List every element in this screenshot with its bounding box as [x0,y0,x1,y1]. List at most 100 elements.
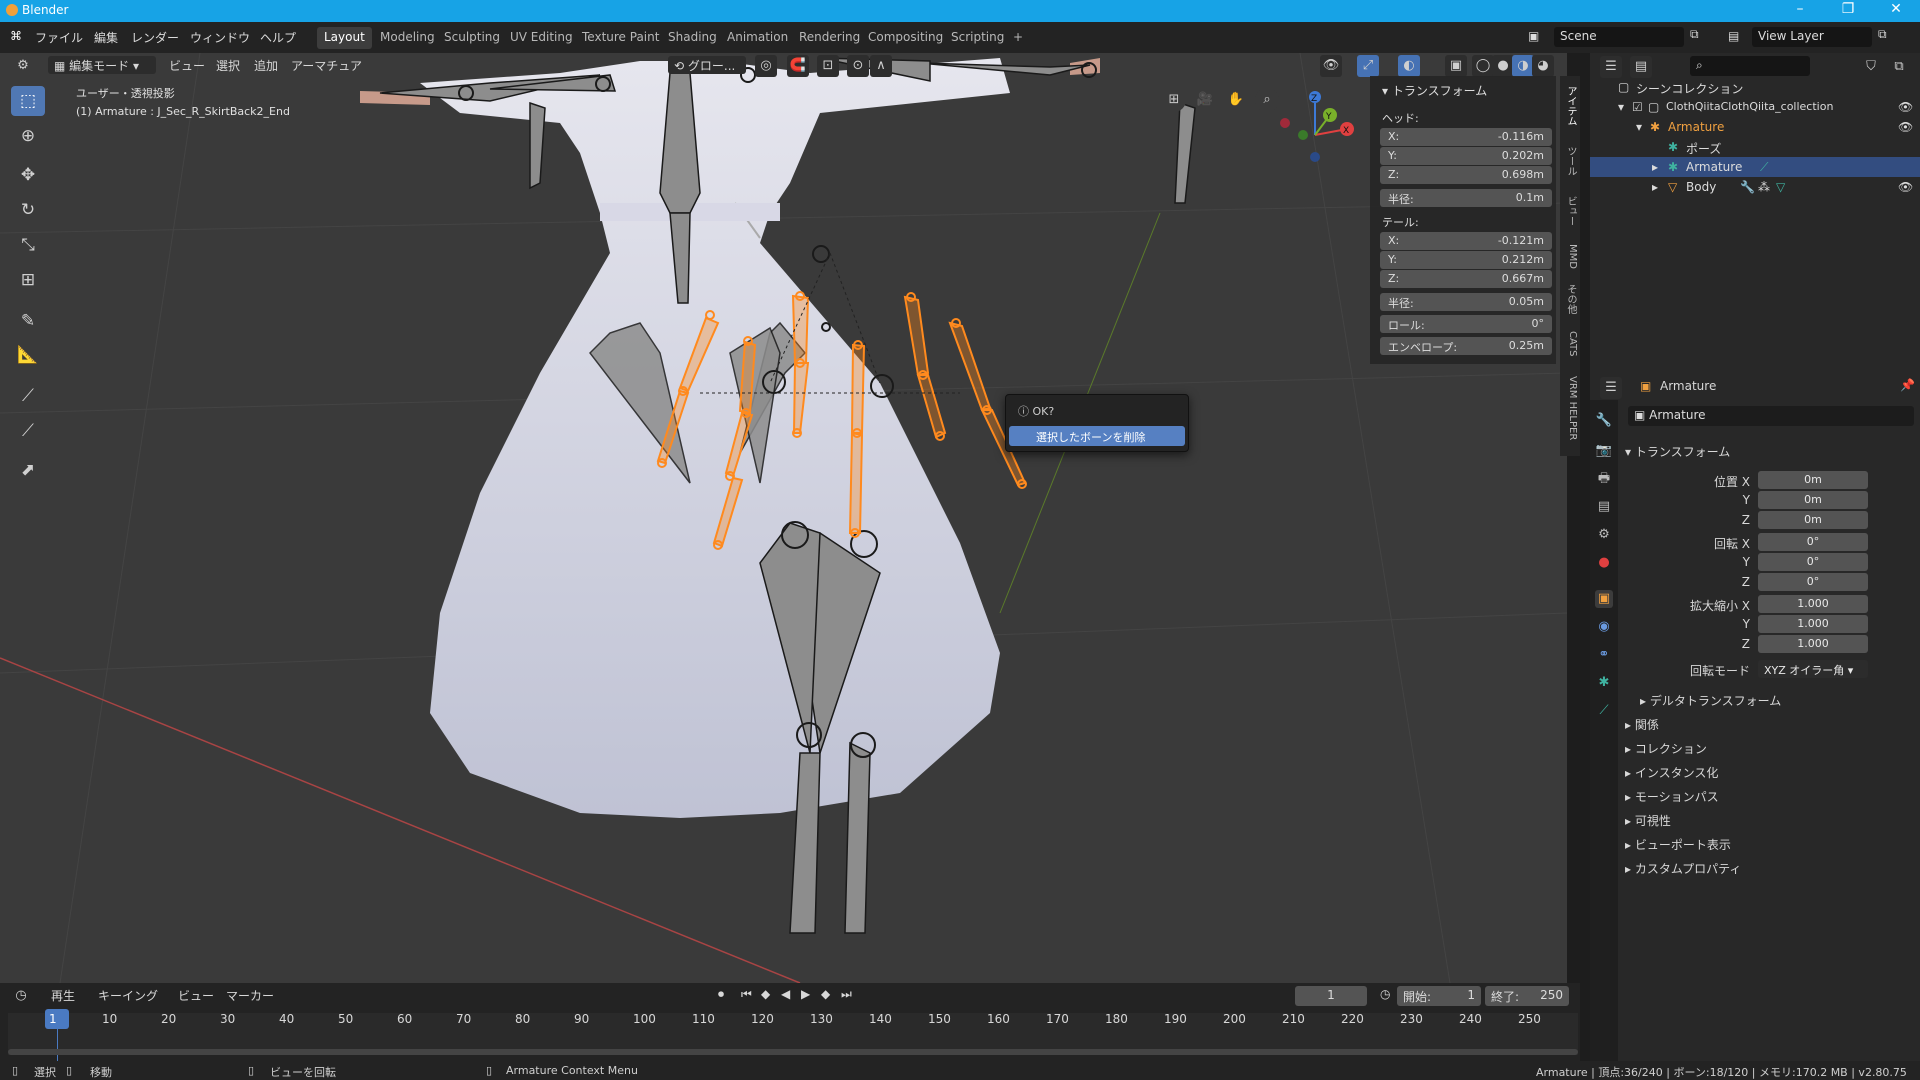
object-name-field[interactable]: ▣ Armature [1628,406,1914,426]
visibility-eye-icon[interactable]: 👁 [1898,120,1913,134]
tab-animation[interactable]: Animation [720,27,795,49]
camera-view-icon[interactable]: 🎥 [1193,88,1217,112]
outliner-row-body[interactable]: ▸ ▽ Body 🔧 ⁂ ▽ 👁 [1590,177,1920,197]
gizmo-toggle-icon[interactable]: ⤢ [1357,55,1379,77]
menu-window[interactable]: ウィンドウ [190,29,250,46]
visibility-icon[interactable]: 👁 [1320,55,1342,77]
view-layer-selector[interactable]: View Layer [1752,27,1872,47]
annotate-tool-icon[interactable]: ✎ [11,306,45,336]
tab-tool[interactable]: ツール [1562,146,1578,176]
add-workspace-button[interactable]: + [1006,27,1030,49]
pivot-icon[interactable]: ◎ [755,55,777,77]
transform-tool-icon[interactable]: ⊞ [11,265,45,295]
properties-editor-type-icon[interactable]: ☰ [1600,377,1622,399]
mode-selector[interactable]: ▦ 編集モード ▾ [48,56,156,74]
armature-data-props-icon[interactable]: ✱ [1595,674,1613,692]
checkbox-icon[interactable]: ☑ [1632,100,1643,114]
menu-armature[interactable]: アーマチュア [285,56,368,74]
tab-view[interactable]: ビュー [1562,196,1578,226]
material-shading-icon[interactable]: ◑ [1512,55,1534,77]
tab-shading[interactable]: Shading [661,27,724,49]
overlay-toggle-icon[interactable]: ◐ [1398,55,1420,77]
object-props-tab-icon[interactable]: ▣ [1595,590,1613,608]
move-tool-icon[interactable]: ✥ [11,160,45,190]
visibility-eye-icon[interactable]: 👁 [1898,180,1913,194]
start-frame-field[interactable]: 開始: 1 [1397,986,1481,1006]
relations-section[interactable]: ▸ 関係 [1625,716,1659,733]
tab-vrm-helper[interactable]: VRM HELPER [1562,376,1578,440]
tab-modeling[interactable]: Modeling [373,27,442,49]
location-y-field[interactable]: 0m [1758,491,1868,509]
location-x-field[interactable]: 0m [1758,471,1868,489]
scale-x-field[interactable]: 1.000 [1758,595,1868,613]
outliner-row-armature-object[interactable]: ▾ ✱ Armature 👁 [1590,117,1920,137]
snap-icon[interactable]: 🧲 [787,55,809,77]
head-y-field[interactable]: Y: 0.202m [1380,147,1552,165]
transform-section-header[interactable]: ▾ トランスフォーム [1625,443,1730,460]
tab-other[interactable]: その他 [1562,284,1578,314]
timeline-scrollbar[interactable] [8,1049,1578,1055]
menu-render[interactable]: レンダー [131,29,179,46]
render-props-icon[interactable]: 📷 [1595,442,1613,460]
prev-keyframe-button[interactable]: ◆ [755,986,776,1004]
next-keyframe-button[interactable]: ◆ [815,986,836,1004]
preview-range-icon[interactable]: ◷ [1374,986,1396,1004]
scale-z-field[interactable]: 1.000 [1758,635,1868,653]
menu-add[interactable]: 追加 [248,56,284,74]
outliner-search-input[interactable]: ⌕ [1690,56,1810,76]
tab-cats[interactable]: CATS [1562,331,1578,357]
tab-compositing[interactable]: Compositing [861,27,950,49]
rotation-x-field[interactable]: 0° [1758,533,1868,551]
current-frame-field[interactable]: 1 [1295,986,1367,1006]
world-props-icon[interactable]: ● [1595,554,1613,572]
roll-tool-icon[interactable]: ⟋ [11,381,45,411]
rotation-mode-selector[interactable]: XYZ オイラー角 ▾ [1758,660,1868,678]
menu-keying[interactable]: キーイング [92,986,164,1004]
outliner-row-scene-collection[interactable]: ▢ シーンコレクション [1590,77,1920,97]
scene-selector[interactable]: Scene [1554,27,1684,47]
menu-playback[interactable]: 再生 [45,986,81,1004]
new-view-layer-icon[interactable]: ⧉ [1878,27,1887,42]
motion-paths-section[interactable]: ▸ モーションパス [1625,788,1719,805]
delta-transform-section[interactable]: ▸ デルタトランスフォーム [1640,692,1781,709]
editor-type-icon[interactable]: ⚙ [12,55,34,77]
rotate-tool-icon[interactable]: ↻ [11,195,45,225]
menu-timeline-view[interactable]: ビュー [172,986,220,1004]
select-box-tool-icon[interactable]: ⬚ [11,86,45,116]
head-z-field[interactable]: Z: 0.698m [1380,166,1552,184]
timeline-editor-type-icon[interactable]: ◷ [10,985,32,1007]
menu-view[interactable]: ビュー [163,56,211,74]
constraint-props-icon[interactable]: ⚭ [1595,646,1613,664]
menu-select[interactable]: 選択 [210,56,246,74]
pan-view-icon[interactable]: ✋ [1224,88,1248,112]
output-props-icon[interactable]: 🖶 [1595,470,1613,488]
tab-layout[interactable]: Layout [317,27,372,49]
end-frame-field[interactable]: 終了: 250 [1485,986,1569,1006]
maximize-button[interactable]: ❐ [1828,1,1868,21]
scale-tool-icon[interactable]: ⤡ [11,230,45,260]
rendered-shading-icon[interactable]: ◕ [1532,55,1554,77]
tail-y-field[interactable]: Y: 0.212m [1380,251,1552,269]
outliner-row-collection[interactable]: ▾ ☑ ▢ ClothQiitaClothQiita_collection 👁 [1590,97,1920,117]
rotation-z-field[interactable]: 0° [1758,573,1868,591]
menu-file[interactable]: ファイル [35,29,83,46]
collections-section[interactable]: ▸ コレクション [1625,740,1707,757]
new-scene-icon[interactable]: ⧉ [1690,27,1699,42]
tab-mmd[interactable]: MMD [1562,244,1578,269]
solid-shading-icon[interactable]: ● [1492,55,1514,77]
roll-field[interactable]: ロール: 0° [1380,315,1552,333]
jump-end-button[interactable]: ⏭ [835,986,858,1004]
scene-props-icon[interactable]: ⚙ [1595,526,1613,544]
play-button[interactable]: ▶ [795,986,816,1004]
tab-scripting[interactable]: Scripting [944,27,1011,49]
record-button[interactable]: ⏺ [712,986,730,1004]
tab-item[interactable]: アイテム [1562,86,1578,126]
grid-toggle-icon[interactable]: ⊞ [1162,88,1186,112]
xray-icon[interactable]: ▣ [1445,55,1467,77]
falloff-icon[interactable]: ∧ [870,55,892,77]
custom-properties-section[interactable]: ▸ カスタムプロパティ [1625,860,1741,877]
instancing-section[interactable]: ▸ インスタンス化 [1625,764,1718,781]
view-layer-props-icon[interactable]: ▤ [1595,498,1613,516]
new-collection-icon[interactable]: ⧉ [1888,56,1910,78]
menu-help[interactable]: ヘルプ [260,29,296,46]
